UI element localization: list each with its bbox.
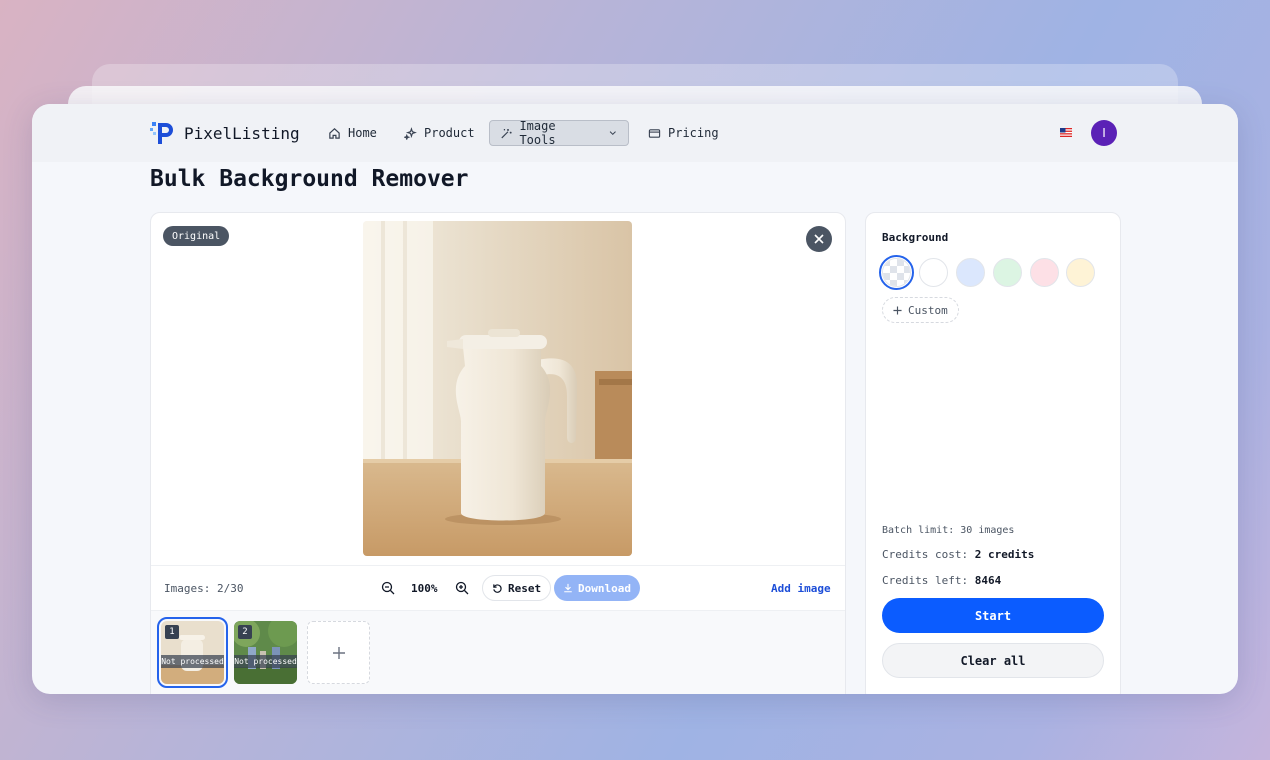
nav-product[interactable]: Product bbox=[394, 120, 485, 146]
images-count: Images: 2/30 bbox=[164, 582, 244, 595]
swatch-green[interactable] bbox=[993, 258, 1022, 287]
settings-panel: Background Custom Batch limit: 30 images bbox=[865, 212, 1121, 694]
nav-product-label: Product bbox=[424, 126, 475, 140]
nav-image-tools-label: Image Tools bbox=[519, 119, 556, 147]
thumbnail-2-status: Not processed bbox=[234, 655, 297, 668]
nav-home[interactable]: Home bbox=[318, 120, 387, 146]
swatch-white[interactable] bbox=[919, 258, 948, 287]
close-icon bbox=[814, 234, 824, 244]
nav-pricing-label: Pricing bbox=[668, 126, 719, 140]
start-button[interactable]: Start bbox=[882, 598, 1104, 633]
plus-icon bbox=[332, 646, 345, 659]
rotate-ccw-icon bbox=[493, 583, 502, 593]
swatch-pink[interactable] bbox=[1030, 258, 1059, 287]
credits-left: Credits left: 8464 bbox=[882, 574, 1001, 587]
zoom-level: 100% bbox=[411, 582, 438, 595]
plus-icon bbox=[893, 305, 902, 315]
thumbnail-strip: 1 Not processed 2 Not processed bbox=[151, 610, 845, 694]
batch-limit: Batch limit: 30 images bbox=[882, 525, 1015, 536]
page-title: Bulk Background Remover bbox=[150, 166, 469, 192]
zoom-in-icon[interactable] bbox=[455, 581, 469, 595]
sparkles-icon bbox=[404, 126, 417, 140]
transparent-checker-icon bbox=[883, 259, 910, 286]
credits-cost-label: Credits cost: bbox=[882, 548, 969, 561]
brand-logo[interactable]: PixelListing bbox=[150, 120, 300, 146]
top-navbar: PixelListing Home Product Image Tools Pr… bbox=[32, 104, 1238, 162]
background-title: Background bbox=[882, 231, 949, 244]
credits-cost: Credits cost: 2 credits bbox=[882, 548, 1034, 561]
chevron-down-icon bbox=[610, 131, 617, 136]
clear-all-button[interactable]: Clear all bbox=[882, 643, 1104, 678]
download-button[interactable]: Download bbox=[554, 575, 640, 601]
app-window: PixelListing Home Product Image Tools Pr… bbox=[32, 104, 1238, 694]
preview-panel: Original Images: 2/30 100% Reset Downloa… bbox=[150, 212, 846, 694]
download-label: Download bbox=[578, 581, 631, 595]
home-icon bbox=[329, 127, 340, 139]
swatch-blue[interactable] bbox=[956, 258, 985, 287]
thumbnail-1[interactable]: 1 Not processed bbox=[157, 617, 228, 688]
thumbnail-2[interactable]: 2 Not processed bbox=[234, 621, 297, 684]
reset-button[interactable]: Reset bbox=[482, 575, 552, 601]
nav-image-tools[interactable]: Image Tools bbox=[489, 119, 629, 147]
add-image-link[interactable]: Add image bbox=[771, 582, 831, 595]
product-image bbox=[363, 221, 632, 556]
credits-left-label: Credits left: bbox=[882, 574, 969, 587]
us-flag-icon[interactable] bbox=[1060, 128, 1072, 137]
download-icon bbox=[564, 583, 572, 593]
custom-label: Custom bbox=[908, 303, 948, 317]
credit-card-icon bbox=[648, 128, 661, 138]
nav-pricing[interactable]: Pricing bbox=[638, 120, 729, 146]
add-thumbnail-button[interactable] bbox=[307, 621, 370, 684]
brand-name: PixelListing bbox=[184, 123, 300, 143]
original-badge: Original bbox=[163, 226, 230, 246]
magic-wand-icon bbox=[501, 128, 512, 138]
thumbnail-1-status: Not processed bbox=[161, 655, 224, 668]
preview-toolbar: Images: 2/30 100% Reset Download Add ima… bbox=[151, 565, 845, 610]
reset-label: Reset bbox=[508, 581, 542, 595]
thumbnail-1-number: 1 bbox=[165, 625, 179, 639]
custom-color-button[interactable]: Custom bbox=[882, 297, 959, 323]
swatch-yellow[interactable] bbox=[1066, 258, 1095, 287]
swatch-transparent[interactable] bbox=[879, 255, 914, 290]
pixellisting-logo-icon bbox=[150, 122, 173, 144]
nav-home-label: Home bbox=[348, 126, 377, 140]
remove-image-button[interactable] bbox=[806, 226, 832, 252]
zoom-out-icon[interactable] bbox=[381, 581, 395, 595]
user-avatar[interactable]: I bbox=[1091, 120, 1117, 146]
credits-cost-value: 2 credits bbox=[974, 548, 1035, 561]
thumbnail-2-number: 2 bbox=[238, 625, 252, 639]
credits-left-value: 8464 bbox=[974, 574, 1002, 587]
